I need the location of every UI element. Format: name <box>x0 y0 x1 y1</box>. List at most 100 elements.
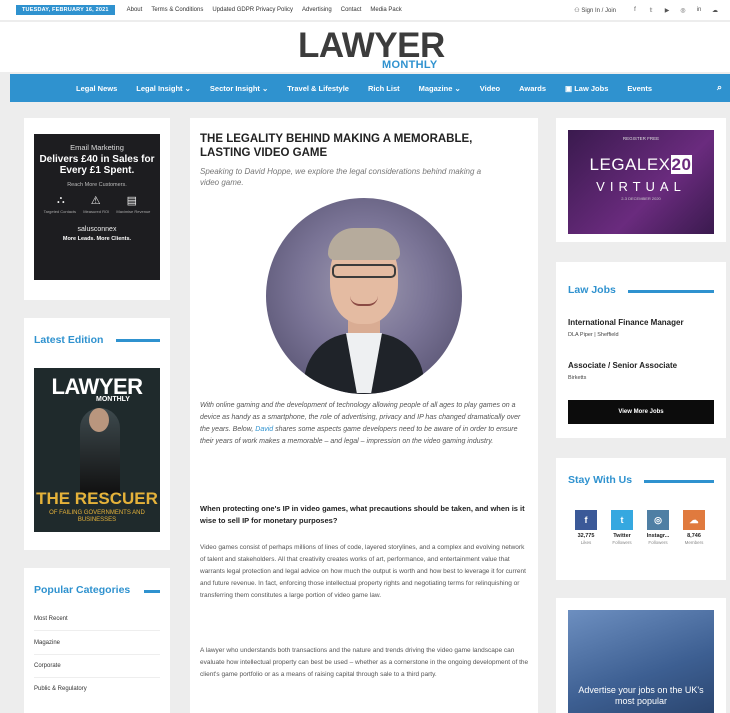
heading-underline <box>116 339 160 342</box>
legalex-name-b: 20 <box>670 155 693 174</box>
advertise-text: Advertise your jobs on the UK's most pop… <box>578 685 704 706</box>
ad-icon-label: Maximise Revenue <box>116 209 151 214</box>
portrait-hair <box>328 228 400 260</box>
nav-magazine[interactable]: Magazine ⌄ <box>419 84 461 93</box>
contacts-icon: ⛬ <box>57 194 65 206</box>
ad-tagline: More Leads. More Clients. <box>62 236 132 242</box>
law-jobs-heading: Law Jobs <box>568 284 616 296</box>
top-links: About Terms & Conditions Updated GDPR Pr… <box>127 7 402 13</box>
author-link[interactable]: David <box>255 426 273 433</box>
job-title-link[interactable]: International Finance Manager <box>568 318 684 327</box>
legalex-virtual: VIRTUAL <box>596 179 686 194</box>
top-link-gdpr[interactable]: Updated GDPR Privacy Policy <box>212 7 293 13</box>
follow-count: Instagr... <box>646 533 670 539</box>
soundcloud-follow[interactable]: ☁ 8,746 Members <box>682 510 706 545</box>
nav-events[interactable]: Events <box>627 84 652 93</box>
nav-awards[interactable]: Awards <box>519 84 546 93</box>
job-company: DLA Piper | Sheffield <box>568 332 619 338</box>
category-magazine[interactable]: Magazine <box>34 640 60 646</box>
divider <box>34 630 160 631</box>
heading-underline <box>628 290 714 293</box>
logo-sub-text: MONTHLY <box>382 59 438 71</box>
category-corporate[interactable]: Corporate <box>34 663 61 669</box>
sign-in-label: Sign In / Join <box>581 7 616 14</box>
job-company: Birketts <box>568 375 587 381</box>
top-link-about[interactable]: About <box>127 7 143 13</box>
facebook-icon[interactable]: f <box>630 5 640 15</box>
top-link-advertising[interactable]: Advertising <box>302 7 332 13</box>
search-icon[interactable]: ⌕ <box>717 82 722 93</box>
sign-in-link[interactable]: ⚇ Sign In / Join <box>574 7 616 14</box>
email-marketing-ad-card: Email Marketing Delivers £40 in Sales fo… <box>24 118 170 300</box>
ad-icons: ⛬ ⚠ ▤ <box>34 188 160 207</box>
latest-edition-card: Latest Edition LAWYER MONTHLY THE RESCUE… <box>24 318 170 550</box>
date-badge: TUESDAY, FEBRUARY 16, 2021 <box>16 5 115 15</box>
job-title-link[interactable]: Associate / Senior Associate <box>568 361 677 370</box>
follow-count: 8,746 <box>687 533 701 539</box>
top-link-media-pack[interactable]: Media Pack <box>370 7 401 13</box>
nav-video[interactable]: Video <box>480 84 500 93</box>
youtube-icon[interactable]: ▶ <box>662 5 672 15</box>
legalex-ad[interactable]: REGISTER FREE LEGALEX20 VIRTUAL 2-3 DECE… <box>568 130 714 234</box>
follow-label: Followers <box>648 540 668 545</box>
category-public-regulatory[interactable]: Public & Regulatory <box>34 686 87 692</box>
linkedin-icon[interactable]: in <box>694 5 704 15</box>
instagram-icon[interactable]: ◎ <box>678 5 688 15</box>
follow-label: Followers <box>612 540 632 545</box>
follow-label: Likes <box>580 540 592 545</box>
facebook-icon: f <box>575 510 597 530</box>
stay-with-us-card: Stay With Us f 32,775 Likes t Twitter Fo… <box>556 458 726 580</box>
cover-tagline: OF FAILING GOVERNMENTS AND BUSINESSES <box>49 510 145 523</box>
ad-icon-label: Targeted Contacts <box>43 209 77 214</box>
ad-line1: Email Marketing <box>70 143 124 152</box>
divider <box>34 654 160 655</box>
top-link-contact[interactable]: Contact <box>341 7 362 13</box>
article-paragraph: Video games consist of perhaps millions … <box>200 544 526 599</box>
ad-brand: salusconnex <box>77 226 117 233</box>
facebook-follow[interactable]: f 32,775 Likes <box>574 510 598 545</box>
site-logo[interactable]: LAWYER MONTHLY <box>0 22 730 72</box>
category-most-recent[interactable]: Most Recent <box>34 616 68 622</box>
top-link-terms[interactable]: Terms & Conditions <box>151 7 203 13</box>
instagram-follow[interactable]: ◎ Instagr... Followers <box>646 510 670 545</box>
popular-categories-heading: Popular Categories <box>34 584 131 596</box>
nav-legal-news[interactable]: Legal News <box>76 84 117 93</box>
top-right: ⚇ Sign In / Join f 𝕥 ▶ ◎ in ☁ <box>574 5 720 15</box>
cover-headline: THE RESCUER <box>36 489 158 508</box>
twitter-icon: t <box>611 510 633 530</box>
email-marketing-ad[interactable]: Email Marketing Delivers £40 in Sales fo… <box>34 134 160 280</box>
author-portrait <box>266 198 462 394</box>
nav-rich-list[interactable]: Rich List <box>368 84 400 93</box>
revenue-icon: ▤ <box>126 195 137 207</box>
roi-icon: ⚠ <box>90 195 101 207</box>
cover-person-head <box>89 408 109 432</box>
magazine-cover[interactable]: LAWYER MONTHLY THE RESCUER OF FAILING GO… <box>34 368 160 532</box>
portrait-glasses <box>332 264 396 278</box>
article-paragraph: A lawyer who understands both transactio… <box>200 647 529 678</box>
main-nav: Legal News Legal Insight ⌄ Sector Insigh… <box>10 74 730 102</box>
legalex-ad-card: REGISTER FREE LEGALEX20 VIRTUAL 2-3 DECE… <box>556 118 726 242</box>
article-question: When protecting one's IP in video games,… <box>200 504 525 525</box>
legalex-name: LEGALEX20 <box>568 155 714 175</box>
nav-sector-insight[interactable]: Sector Insight ⌄ <box>210 84 268 93</box>
view-more-jobs-button[interactable]: View More Jobs <box>568 400 714 424</box>
twitter-icon[interactable]: 𝕥 <box>646 5 656 15</box>
follow-count: 32,775 <box>577 533 595 539</box>
nav-legal-insight[interactable]: Legal Insight ⌄ <box>136 84 191 93</box>
soundcloud-icon[interactable]: ☁ <box>710 5 720 15</box>
nav-law-jobs[interactable]: ▣ Law Jobs <box>565 84 608 93</box>
article-title: THE LEGALITY BEHIND MAKING A MEMORABLE, … <box>200 133 473 159</box>
follow-count: Twitter <box>613 533 631 539</box>
follow-label: Members <box>684 540 704 545</box>
heading-underline <box>644 480 714 483</box>
twitter-follow[interactable]: t Twitter Followers <box>610 510 634 545</box>
top-bar: TUESDAY, FEBRUARY 16, 2021 About Terms &… <box>0 0 730 20</box>
advertise-jobs-card: Advertise your jobs on the UK's most pop… <box>556 598 726 713</box>
nav-travel-lifestyle[interactable]: Travel & Lifestyle <box>287 84 349 93</box>
heading-underline <box>144 590 160 593</box>
stay-with-us-heading: Stay With Us <box>568 474 633 486</box>
article-intro: With online gaming and the development o… <box>200 400 530 448</box>
article-subtitle: Speaking to David Hoppe, we explore the … <box>200 167 482 187</box>
advertise-jobs-ad[interactable]: Advertise your jobs on the UK's most pop… <box>568 610 714 713</box>
latest-edition-heading: Latest Edition <box>34 334 104 346</box>
